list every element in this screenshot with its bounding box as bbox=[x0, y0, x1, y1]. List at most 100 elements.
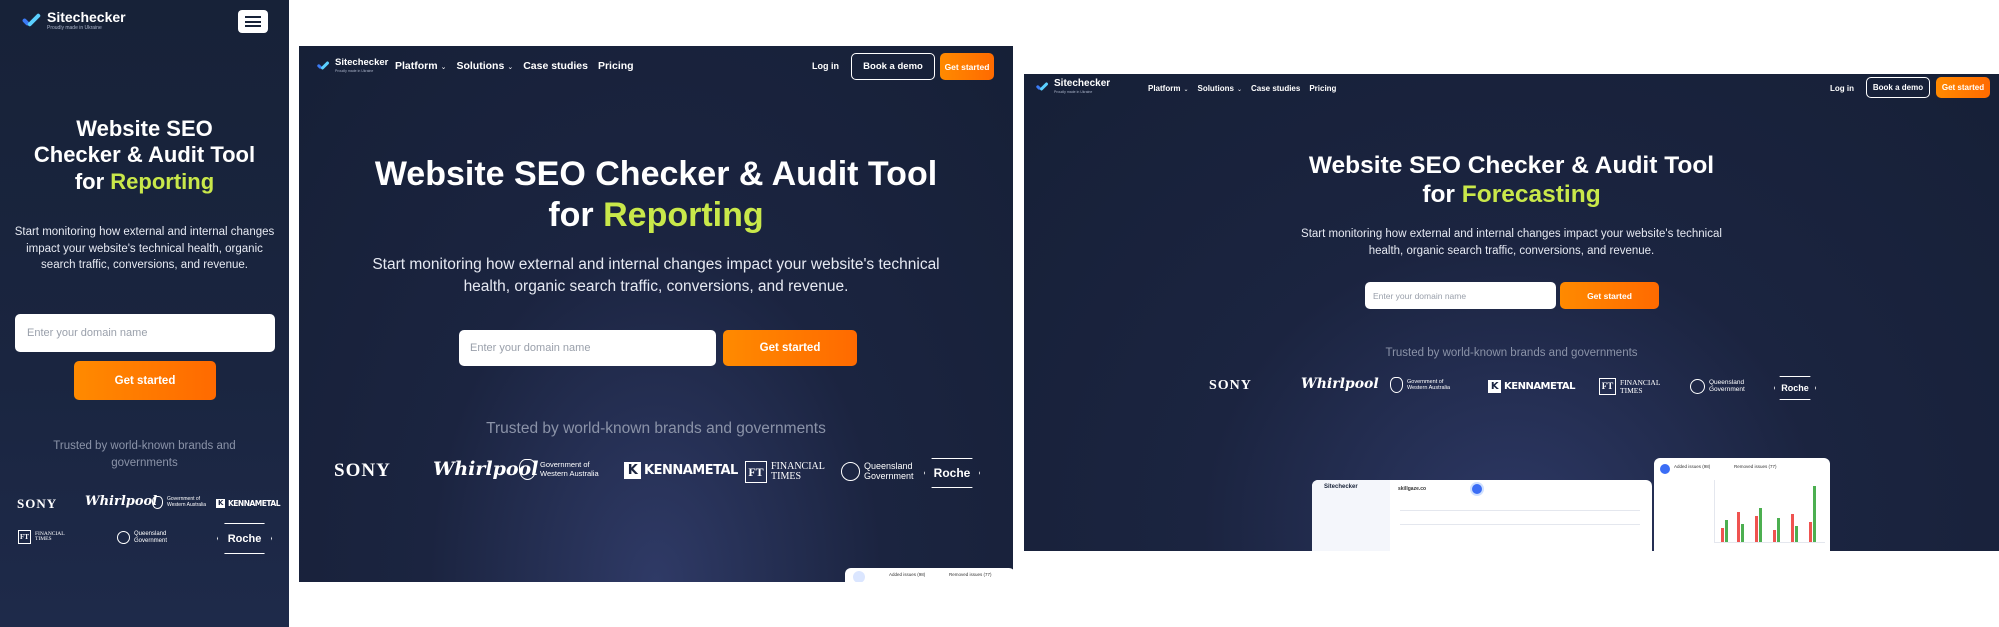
page-title: Website SEO Checker & Audit Tool for Rep… bbox=[299, 154, 1013, 236]
queensland-emblem-icon bbox=[117, 531, 130, 544]
crest-icon bbox=[1390, 377, 1403, 393]
status-circle-icon bbox=[853, 571, 865, 582]
login-link[interactable]: Log in bbox=[812, 61, 839, 71]
gov-wa-logo: Government of Western Australia bbox=[519, 459, 599, 480]
gov-wa-logo: Government of Western Australia bbox=[152, 496, 206, 509]
queensland-logo: Queensland Government bbox=[841, 461, 914, 481]
nav-solutions[interactable]: Solutions ⌄ bbox=[1197, 84, 1241, 93]
nav-solutions[interactable]: Solutions ⌄ bbox=[456, 60, 513, 72]
brand-tagline: Proudly made in Ukraine bbox=[1054, 90, 1093, 94]
removed-issues-label: Removed issues (77) bbox=[949, 572, 992, 577]
nav-get-started-button[interactable]: Get started bbox=[940, 53, 994, 80]
main-nav: Platform ⌄ Solutions ⌄ Case studies Pricin… bbox=[395, 60, 634, 72]
sony-logo: SONY bbox=[1209, 378, 1252, 393]
trusted-text: Trusted by world-known brands and govern… bbox=[1385, 347, 1638, 359]
domain-input[interactable]: Enter your domain name bbox=[459, 330, 716, 366]
nav-case-studies[interactable]: Case studies bbox=[1251, 84, 1300, 93]
title-line-2: Checker & Audit Tool bbox=[33, 142, 256, 168]
chevron-down-icon: ⌄ bbox=[1236, 87, 1242, 93]
brand-tagline: Proudly made in Ukraine bbox=[47, 25, 102, 31]
brand-logo[interactable]: Sitechecker Proudly made in Ukraine bbox=[1035, 79, 1110, 95]
gov-wa-logo: Government of Western Australia bbox=[1390, 377, 1450, 393]
dashboard-site: skillgaze.co bbox=[1398, 486, 1427, 492]
trusted-text: Trusted by world-known brands and govern… bbox=[486, 420, 826, 437]
nav-platform[interactable]: Platform ⌄ bbox=[1148, 84, 1188, 93]
kennametal-logo: K KENNAMETAL bbox=[1488, 380, 1576, 393]
get-started-button[interactable]: Get started bbox=[723, 330, 857, 366]
whirlpool-logo: Whirlpool bbox=[85, 494, 158, 509]
menu-icon[interactable] bbox=[238, 10, 268, 33]
book-demo-button[interactable]: Book a demo bbox=[851, 53, 935, 80]
desktop-view-panel: Sitechecker Proudly made in Ukraine Plat… bbox=[1024, 74, 1999, 551]
chevron-down-icon: ⌄ bbox=[507, 64, 514, 71]
chevron-down-icon: ⌄ bbox=[440, 64, 447, 71]
dashboard-preview: Added issues (98) Removed issues (77) bbox=[845, 568, 1013, 582]
domain-input[interactable]: Enter your domain name bbox=[15, 314, 275, 352]
brand-tagline: Proudly made in Ukraine bbox=[335, 68, 374, 73]
queensland-emblem-icon bbox=[841, 462, 860, 481]
sony-logo: SONY bbox=[17, 496, 58, 511]
domain-input[interactable]: Enter your domain name bbox=[1365, 282, 1556, 309]
crest-icon bbox=[152, 496, 163, 509]
title-for: for bbox=[74, 168, 105, 194]
kennametal-logo: K KENNAMETAL bbox=[624, 462, 738, 479]
roche-logo: Roche bbox=[1774, 376, 1816, 400]
title-line-1: Website SEO Checker & Audit Tool bbox=[374, 155, 938, 193]
logo-check-icon bbox=[316, 60, 330, 72]
kennametal-logo: K KENNAMETAL bbox=[216, 499, 281, 508]
ft-logo: FT FINANCIAL TIMES bbox=[745, 461, 825, 483]
main-nav: Platform ⌄ Solutions ⌄ Case studies Pricin… bbox=[1148, 84, 1336, 93]
crest-icon bbox=[519, 459, 536, 480]
queensland-emblem-icon bbox=[1690, 379, 1705, 394]
title-line-1: Website SEO Checker & Audit Tool bbox=[1308, 152, 1715, 179]
issues-chart bbox=[1714, 480, 1825, 543]
title-highlight: Reporting bbox=[603, 195, 764, 234]
ft-logo: FT FINANCIAL TIMES bbox=[18, 530, 65, 544]
brand-name: Sitechecker bbox=[1054, 78, 1111, 89]
brand-logo[interactable]: Sitechecker Proudly made in Ukraine bbox=[316, 58, 388, 73]
removed-issues-label: Removed issues (77) bbox=[1734, 464, 1777, 469]
nav-pricing[interactable]: Pricing bbox=[1309, 84, 1336, 93]
dashboard-preview: Sitechecker skillgaze.co bbox=[1312, 480, 1652, 551]
title-highlight: Reporting bbox=[110, 168, 215, 194]
page-title: Website SEO Checker & Audit Tool for Rep… bbox=[0, 116, 289, 195]
issues-chart-card: Added issues (98) Removed issues (77) bbox=[1654, 458, 1830, 551]
brand-logo[interactable]: Sitechecker Proudly made in Ukraine bbox=[20, 10, 126, 31]
brand-name: Sitechecker bbox=[335, 57, 389, 68]
score-circle-icon bbox=[1470, 482, 1484, 496]
queensland-logo: Queensland Government bbox=[1690, 379, 1745, 394]
hero-subtitle: Start monitoring how external and intern… bbox=[372, 256, 940, 296]
roche-logo: Roche bbox=[217, 523, 272, 554]
hero-subtitle: Start monitoring how external and intern… bbox=[14, 226, 275, 272]
roche-logo: Roche bbox=[924, 458, 980, 488]
title-highlight: Forecasting bbox=[1461, 181, 1601, 209]
brand-name: Sitechecker bbox=[47, 9, 126, 25]
added-issues-label: Added issues (98) bbox=[889, 572, 926, 577]
title-for: for bbox=[548, 195, 594, 234]
login-link[interactable]: Log in bbox=[1830, 84, 1854, 93]
get-started-button[interactable]: Get started bbox=[74, 361, 216, 400]
added-issues-label: Added issues (98) bbox=[1674, 464, 1711, 469]
status-circle-icon bbox=[1660, 464, 1670, 474]
logo-check-icon bbox=[1035, 81, 1049, 93]
page-title: Website SEO Checker & Audit Tool for For… bbox=[1024, 151, 1999, 210]
nav-pricing[interactable]: Pricing bbox=[598, 60, 634, 72]
chevron-down-icon: ⌄ bbox=[1183, 87, 1189, 93]
laptop-view-panel: Sitechecker Proudly made in Ukraine Plat… bbox=[299, 46, 1013, 582]
mobile-view-panel: Sitechecker Proudly made in Ukraine Webs… bbox=[0, 0, 289, 627]
whirlpool-logo: Whirlpool bbox=[1301, 376, 1379, 392]
queensland-logo: Queensland Government bbox=[117, 531, 167, 544]
dashboard-sidebar bbox=[1312, 480, 1390, 551]
sony-logo: SONY bbox=[334, 460, 391, 481]
trusted-text: Trusted by world-known brands and govern… bbox=[53, 440, 236, 470]
title-line-1: Website SEO bbox=[76, 116, 213, 141]
hero-subtitle: Start monitoring how external and intern… bbox=[1301, 228, 1722, 257]
nav-platform[interactable]: Platform ⌄ bbox=[395, 60, 446, 72]
get-started-button[interactable]: Get started bbox=[1560, 282, 1659, 309]
ft-logo: FT FINANCIAL TIMES bbox=[1599, 378, 1660, 395]
nav-get-started-button[interactable]: Get started bbox=[1936, 77, 1990, 98]
dashboard-brand: Sitechecker bbox=[1324, 484, 1358, 490]
book-demo-button[interactable]: Book a demo bbox=[1866, 77, 1930, 98]
logo-check-icon bbox=[20, 12, 42, 30]
nav-case-studies[interactable]: Case studies bbox=[523, 60, 588, 72]
